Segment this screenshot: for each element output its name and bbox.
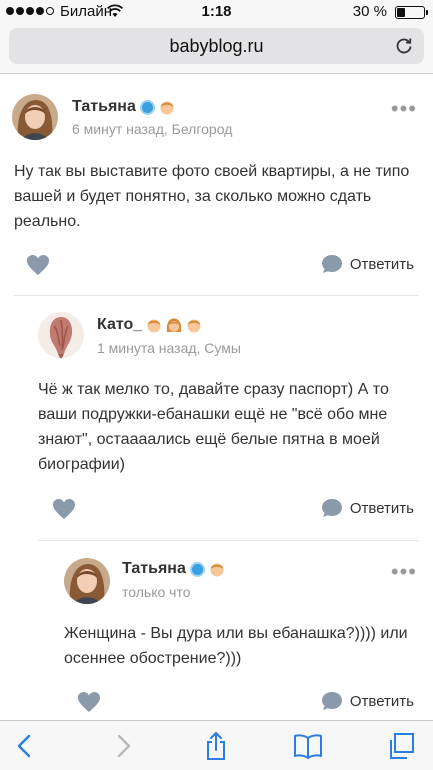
share-icon[interactable] [201,731,231,761]
comment-meta: 1 минута назад, Сумы [97,340,241,356]
boy-avatar-badge-icon [187,319,201,333]
reply-label[interactable]: Ответить [350,500,414,517]
browser-top-bar: Билайн 1:18 30 % babyblog.ru [0,0,433,74]
heart-icon[interactable] [77,691,101,713]
avatar[interactable] [38,312,84,358]
forward-arrow-icon[interactable] [108,731,138,761]
avatar[interactable] [64,558,110,604]
heart-icon[interactable] [26,254,50,276]
verified-badge-icon [189,561,205,577]
speech-bubble-icon [321,255,342,273]
battery-percentage: 30 % [352,3,387,20]
tabs-icon[interactable] [386,731,416,761]
reload-icon[interactable] [394,36,414,56]
comment: Татьяна 6 минут назад, Белгород ••• Ну т… [0,74,433,296]
comment-meta: 6 минут назад, Белгород [72,121,233,137]
verified-badge-icon [139,99,155,115]
status-bar: Билайн 1:18 30 % [0,0,433,24]
reply-button[interactable]: Ответить [321,254,414,274]
speech-bubble-icon [321,499,342,517]
comment-meta: только что [122,584,191,600]
reply-button[interactable]: Ответить [321,691,414,711]
address-bar[interactable]: babyblog.ru [9,28,424,64]
speech-bubble-icon [321,692,342,710]
author-name[interactable]: Татьяна [72,98,136,116]
book-icon[interactable] [293,731,323,761]
comment-text: Ну так вы выставите фото своей квартиры,… [14,163,410,230]
reply-button[interactable]: Ответить [321,498,414,518]
comment-author[interactable]: Татьяна [122,560,225,578]
boy-avatar-badge-icon [210,563,224,577]
comment-reply: Като_ 1 минута назад, Сумы Чё ж так мелк… [0,296,433,540]
comment-author[interactable]: Татьяна [72,98,175,116]
url-text[interactable]: babyblog.ru [9,36,424,57]
boy-avatar-badge-icon [160,101,174,115]
girl-avatar-badge-icon [166,318,182,332]
back-arrow-icon[interactable] [10,731,40,761]
battery-icon [395,6,428,19]
avatar[interactable] [12,94,58,140]
reply-label[interactable]: Ответить [350,693,414,710]
more-dots-icon[interactable]: ••• [391,561,417,583]
comment-text: Женщина - Вы дура или вы ебанашка?)))) и… [64,625,408,667]
reply-label[interactable]: Ответить [350,256,414,273]
author-name[interactable]: Като_ [97,316,142,334]
comment-reply: Татьяна только что ••• Женщина - Вы дура… [0,541,433,720]
comment-text: Чё ж так мелко то, давайте сразу паспорт… [38,381,389,473]
author-name[interactable]: Татьяна [122,560,186,578]
more-dots-icon[interactable]: ••• [391,98,417,120]
browser-toolbar [0,720,433,770]
heart-icon[interactable] [52,498,76,520]
boy-avatar-badge-icon [147,319,161,333]
comment-author[interactable]: Като_ [97,316,202,334]
